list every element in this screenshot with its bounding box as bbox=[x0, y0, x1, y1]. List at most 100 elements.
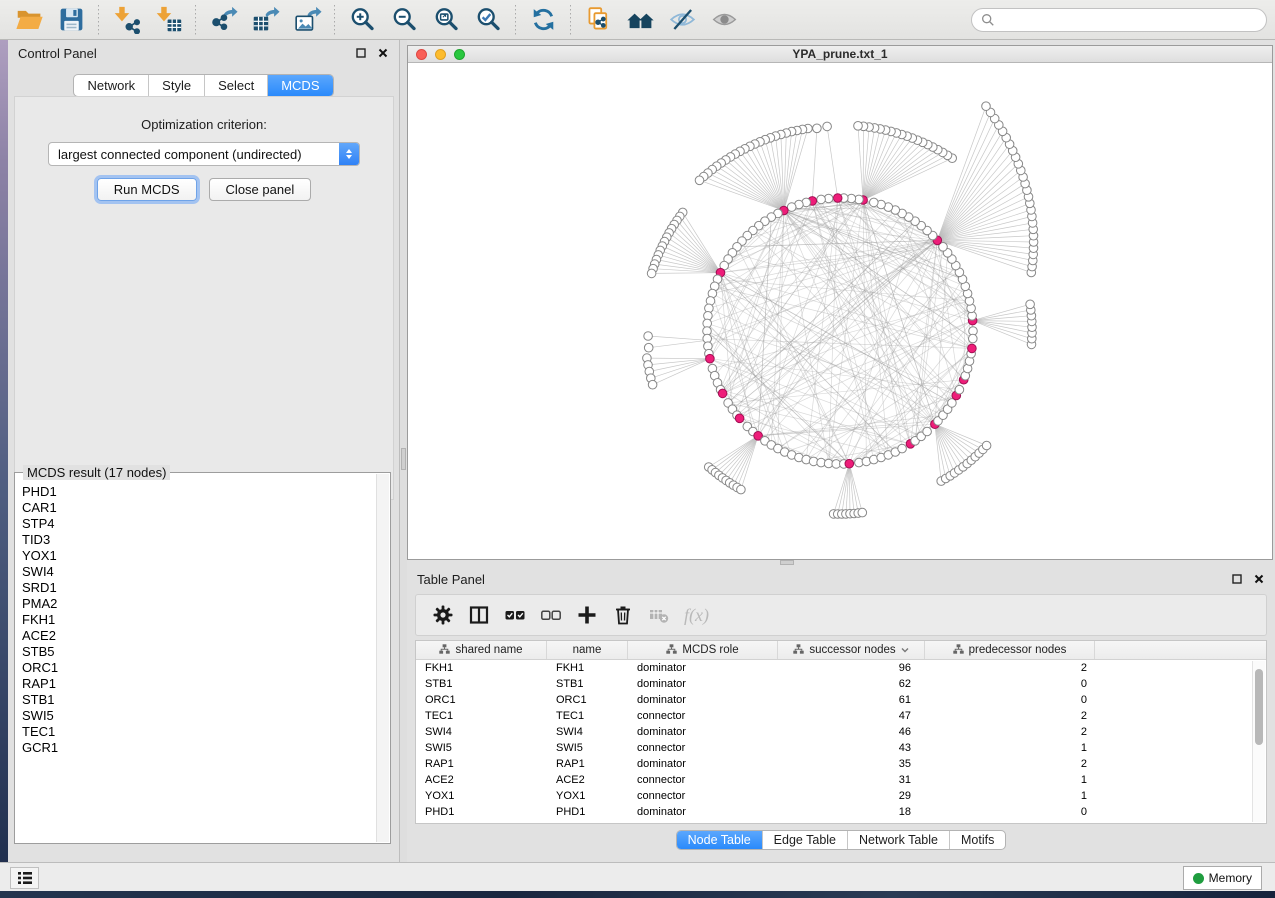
tab-node-table[interactable]: Node Table bbox=[677, 831, 762, 849]
zoom-in-button[interactable] bbox=[341, 2, 383, 38]
table-row[interactable]: PHD1PHD1dominator180 bbox=[416, 804, 1266, 820]
import-table-icon bbox=[154, 5, 183, 34]
mcds-result-item[interactable]: PHD1 bbox=[16, 484, 376, 500]
duplicate-network-button[interactable] bbox=[577, 2, 619, 38]
import-table-button[interactable] bbox=[147, 2, 189, 38]
scrollbar-thumb[interactable] bbox=[1255, 669, 1263, 745]
close-panel-icon[interactable] bbox=[377, 47, 389, 59]
delete-column-trash-icon[interactable] bbox=[612, 604, 634, 626]
table-row[interactable]: SWI5SWI5connector431 bbox=[416, 740, 1266, 756]
tab-style[interactable]: Style bbox=[148, 75, 204, 96]
export-image-button[interactable] bbox=[286, 2, 328, 38]
export-network-button[interactable] bbox=[202, 2, 244, 38]
tab-network-table[interactable]: Network Table bbox=[847, 831, 949, 849]
table-scrollbar[interactable] bbox=[1252, 661, 1265, 822]
table-row[interactable]: FKH1FKH1dominator962 bbox=[416, 660, 1266, 676]
network-window-titlebar[interactable]: YPA_prune.txt_1 bbox=[408, 46, 1272, 63]
table-row[interactable]: RAP1RAP1dominator352 bbox=[416, 756, 1266, 772]
mcds-result-item[interactable]: SWI5 bbox=[16, 708, 376, 724]
tab-edge-table[interactable]: Edge Table bbox=[762, 831, 847, 849]
select-all-icon[interactable] bbox=[504, 604, 526, 626]
mcds-result-item[interactable]: YOX1 bbox=[16, 548, 376, 564]
column-header-mcds-role[interactable]: MCDS role bbox=[628, 641, 778, 659]
table-cell: 47 bbox=[778, 708, 925, 724]
tab-motifs[interactable]: Motifs bbox=[949, 831, 1005, 849]
refresh-view-button[interactable] bbox=[522, 2, 564, 38]
mcds-result-item[interactable]: STB1 bbox=[16, 692, 376, 708]
zoom-fit-button[interactable] bbox=[425, 2, 467, 38]
column-header-shared-name[interactable]: shared name bbox=[416, 641, 547, 659]
mcds-result-item[interactable]: TID3 bbox=[16, 532, 376, 548]
add-column-plus-icon[interactable] bbox=[576, 604, 598, 626]
zoom-selected-button[interactable] bbox=[467, 2, 509, 38]
splitter-grip[interactable] bbox=[401, 448, 406, 470]
control-panel-tabs: NetworkStyleSelectMCDS bbox=[73, 74, 333, 97]
mcds-result-item[interactable]: PMA2 bbox=[16, 596, 376, 612]
mcds-result-item[interactable]: SRD1 bbox=[16, 580, 376, 596]
run-mcds-button[interactable]: Run MCDS bbox=[97, 178, 197, 201]
show-columns-icon[interactable] bbox=[468, 604, 490, 626]
main-toolbar bbox=[0, 0, 1275, 40]
node-table-body: FKH1FKH1dominator962STB1STB1dominator620… bbox=[416, 660, 1266, 820]
tab-mcds[interactable]: MCDS bbox=[267, 75, 332, 96]
table-row[interactable]: STB1STB1dominator620 bbox=[416, 676, 1266, 692]
table-row[interactable]: YOX1YOX1connector291 bbox=[416, 788, 1266, 804]
table-cell: 2 bbox=[925, 756, 1095, 772]
close-window-icon[interactable] bbox=[416, 49, 427, 60]
mcds-result-item[interactable]: STB5 bbox=[16, 644, 376, 660]
table-row[interactable]: ORC1ORC1dominator610 bbox=[416, 692, 1266, 708]
tab-network[interactable]: Network bbox=[74, 75, 148, 96]
column-header-name[interactable]: name bbox=[547, 641, 628, 659]
criterion-dropdown[interactable]: largest connected component (undirected) bbox=[48, 142, 360, 166]
mcds-result-item[interactable]: SWI4 bbox=[16, 564, 376, 580]
network-window-title: YPA_prune.txt_1 bbox=[408, 47, 1272, 61]
toolbar-separator bbox=[334, 5, 335, 35]
maximize-window-icon[interactable] bbox=[454, 49, 465, 60]
minimize-window-icon[interactable] bbox=[435, 49, 446, 60]
splitter-grip[interactable] bbox=[780, 560, 794, 565]
show-all-button[interactable] bbox=[703, 2, 745, 38]
table-cell: SWI5 bbox=[547, 740, 628, 756]
save-session-button[interactable] bbox=[50, 2, 92, 38]
mcds-result-item[interactable]: CAR1 bbox=[16, 500, 376, 516]
mcds-result-item[interactable]: RAP1 bbox=[16, 676, 376, 692]
export-table-button[interactable] bbox=[244, 2, 286, 38]
network-canvas[interactable] bbox=[408, 63, 1272, 559]
import-network-button[interactable] bbox=[105, 2, 147, 38]
column-header-predecessor-nodes[interactable]: predecessor nodes bbox=[925, 641, 1095, 659]
table-row[interactable]: ACE2ACE2connector311 bbox=[416, 772, 1266, 788]
table-cell: TEC1 bbox=[547, 708, 628, 724]
column-header-successor-nodes[interactable]: successor nodes bbox=[778, 641, 925, 659]
tab-select[interactable]: Select bbox=[204, 75, 267, 96]
first-neighbors-button[interactable] bbox=[619, 2, 661, 38]
deselect-all-icon[interactable] bbox=[540, 604, 562, 626]
mcds-result-item[interactable]: ORC1 bbox=[16, 660, 376, 676]
vertical-splitter[interactable] bbox=[400, 40, 407, 862]
mcds-result-item[interactable]: GCR1 bbox=[16, 740, 376, 756]
search-input[interactable] bbox=[995, 13, 1257, 27]
float-panel-icon[interactable] bbox=[1231, 573, 1243, 585]
open-file-button[interactable] bbox=[8, 2, 50, 38]
table-cell: dominator bbox=[628, 660, 778, 676]
column-label: MCDS role bbox=[682, 644, 738, 656]
close-panel-button[interactable]: Close panel bbox=[209, 178, 312, 201]
float-panel-icon[interactable] bbox=[355, 47, 367, 59]
hide-selected-button[interactable] bbox=[661, 2, 703, 38]
search-input-box[interactable] bbox=[971, 8, 1267, 32]
mcds-result-item[interactable]: TEC1 bbox=[16, 724, 376, 740]
table-settings-gear-icon[interactable] bbox=[432, 604, 454, 626]
table-row[interactable]: TEC1TEC1connector472 bbox=[416, 708, 1266, 724]
network-graph-svg bbox=[408, 63, 1272, 559]
table-cell: 1 bbox=[925, 788, 1095, 804]
duplicate-network-icon bbox=[584, 5, 613, 34]
mcds-result-item[interactable]: FKH1 bbox=[16, 612, 376, 628]
memory-button[interactable]: Memory bbox=[1183, 866, 1262, 890]
mcds-list-scrollbar[interactable] bbox=[376, 474, 389, 842]
close-panel-icon[interactable] bbox=[1253, 573, 1265, 585]
mcds-result-list[interactable]: PHD1CAR1STP4TID3YOX1SWI4SRD1PMA2FKH1ACE2… bbox=[16, 474, 376, 842]
zoom-out-button[interactable] bbox=[383, 2, 425, 38]
mcds-result-item[interactable]: ACE2 bbox=[16, 628, 376, 644]
task-history-button[interactable] bbox=[10, 867, 39, 889]
mcds-result-item[interactable]: STP4 bbox=[16, 516, 376, 532]
table-row[interactable]: SWI4SWI4dominator462 bbox=[416, 724, 1266, 740]
